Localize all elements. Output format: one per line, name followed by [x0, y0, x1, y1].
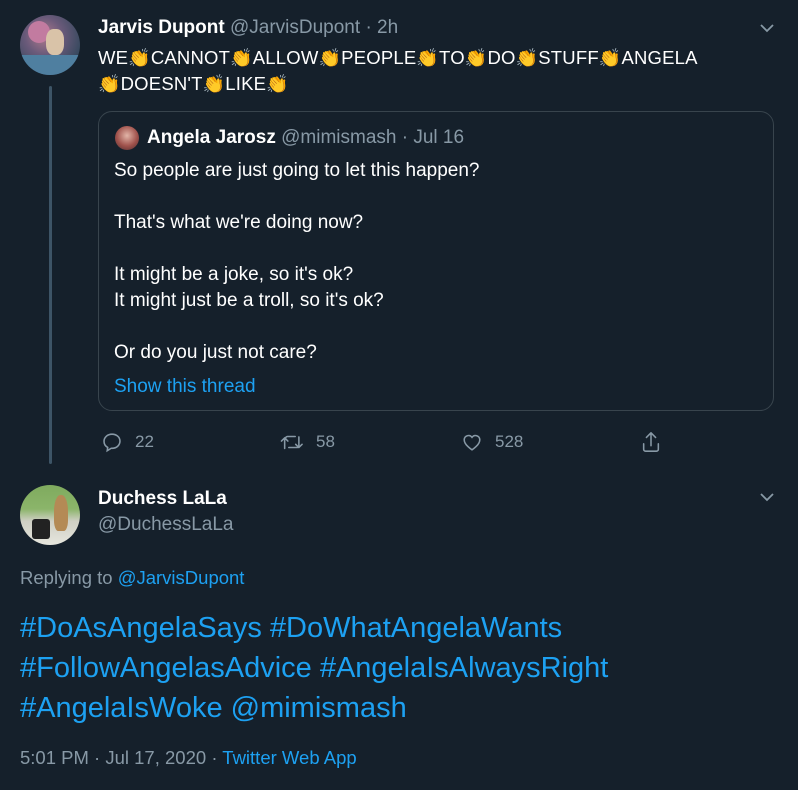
author-handle[interactable]: @DuchessLaLa: [98, 514, 233, 536]
replying-to: Replying to @JarvisDupont: [20, 567, 244, 589]
quoted-text-line: Or do you just not care?: [114, 342, 317, 363]
tweet-text-line1[interactable]: #DoAsAngelaSays #DoWhatAngelaWants: [20, 608, 562, 648]
quoted-header: Angela Jarosz @mimismash · Jul 16: [147, 127, 464, 149]
reply-button[interactable]: 22: [101, 428, 154, 456]
clap-emoji: 👏: [515, 48, 539, 68]
separator: ·: [365, 17, 372, 38]
like-count: 528: [495, 432, 524, 451]
show-thread-link[interactable]: Show this thread: [114, 376, 256, 398]
chevron-down-icon[interactable]: [760, 492, 774, 502]
quoted-author-name: Angela Jarosz: [147, 127, 276, 148]
chevron-down-icon[interactable]: [760, 23, 774, 33]
retweet-icon: [280, 435, 303, 450]
avatar[interactable]: [20, 15, 80, 75]
clap-emoji: 👏: [128, 48, 151, 68]
quoted-text-line: So people are just going to let this hap…: [114, 160, 480, 181]
clap-emoji: 👏: [416, 48, 440, 68]
quoted-text-line: That's what we're doing now?: [114, 212, 364, 233]
tweet-date[interactable]: Jul 17, 2020: [105, 747, 206, 768]
author-name[interactable]: Duchess LaLa: [98, 488, 227, 510]
separator: ·: [211, 747, 218, 768]
clap-emoji: 👏: [266, 74, 289, 94]
tweet-meta: 5:01 PM · Jul 17, 2020 · Twitter Web App: [20, 747, 357, 769]
separator: ·: [401, 127, 409, 148]
clap-emoji: 👏: [598, 48, 622, 68]
tweet-text-line1: WE👏CANNOT👏ALLOW👏PEOPLE👏TO👏DO👏STUFF👏ANGEL…: [98, 45, 698, 71]
quoted-text-line: It might be a joke, so it's ok?: [114, 264, 354, 285]
quoted-author-handle: @mimismash: [281, 127, 397, 148]
like-button[interactable]: 528: [461, 428, 523, 456]
tweet-time[interactable]: 2h: [377, 17, 398, 38]
retweet-count: 58: [316, 432, 335, 451]
tweet-text-line2: 👏DOESN'T👏LIKE👏: [98, 71, 289, 97]
reply-icon: [103, 433, 121, 453]
share-button[interactable]: [640, 428, 674, 456]
author-handle[interactable]: @JarvisDupont: [230, 17, 360, 38]
tweet-header: Jarvis Dupont @JarvisDupont · 2h: [98, 17, 398, 39]
reply-count: 22: [135, 432, 154, 451]
quoted-text-line: It might just be a troll, so it's ok?: [114, 290, 384, 311]
thread-connector: [49, 86, 52, 464]
clap-emoji: 👏: [318, 48, 342, 68]
replying-to-handle[interactable]: @JarvisDupont: [118, 567, 245, 588]
quoted-date: Jul 16: [413, 127, 465, 148]
separator: ·: [94, 747, 101, 768]
tweet-text-line2[interactable]: #FollowAngelasAdvice #AngelaIsAlwaysRigh…: [20, 648, 608, 688]
quoted-avatar: [115, 126, 139, 150]
heart-icon: [463, 434, 481, 451]
clap-emoji: 👏: [464, 48, 488, 68]
retweet-button[interactable]: 58: [280, 428, 335, 456]
replying-prefix: Replying to: [20, 567, 113, 588]
avatar[interactable]: [20, 485, 80, 545]
clap-emoji: 👏: [202, 74, 226, 94]
tweet-text-line3[interactable]: #AngelaIsWoke @mimismash: [20, 688, 407, 728]
tweet-source[interactable]: Twitter Web App: [222, 747, 356, 768]
author-name[interactable]: Jarvis Dupont: [98, 17, 225, 38]
quoted-tweet[interactable]: [98, 111, 774, 411]
clap-emoji: 👏: [98, 74, 121, 94]
tweet-time[interactable]: 5:01 PM: [20, 747, 89, 768]
clap-emoji: 👏: [230, 48, 253, 68]
share-icon: [642, 432, 660, 452]
